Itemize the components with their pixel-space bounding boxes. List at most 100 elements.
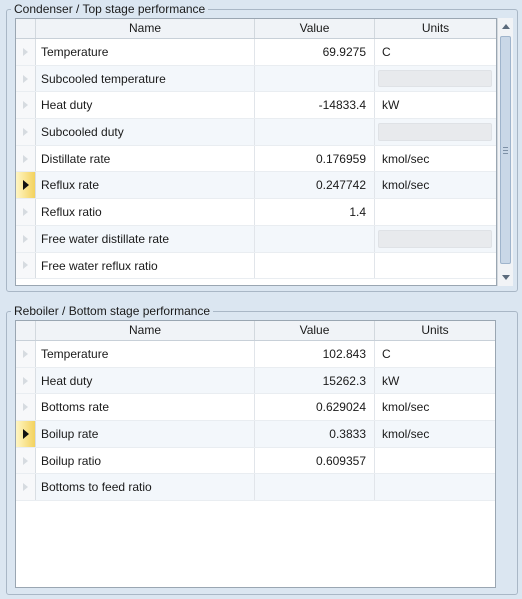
cell-value[interactable]: 1.4 [255,199,375,225]
column-header-units[interactable]: Units [375,19,496,38]
condenser-group-title: Condenser / Top stage performance [11,1,209,17]
row-selector[interactable] [16,367,36,394]
column-header-name[interactable]: Name [36,321,255,340]
table-row[interactable]: Free water reflux ratio [16,252,496,280]
table-row[interactable]: Distillate rate 0.176959 kmol/sec [16,145,496,173]
row-selector[interactable] [16,394,36,421]
grip-icon [503,150,508,151]
row-arrow-icon [23,261,28,270]
cell-units[interactable]: C [375,341,495,367]
cell-units[interactable] [375,253,496,279]
table-row[interactable]: Reflux ratio 1.4 [16,199,496,226]
reboiler-group-title: Reboiler / Bottom stage performance [11,303,214,319]
table-row-current[interactable]: Boilup rate 0.3833 kmol/sec [16,421,495,448]
cell-value[interactable]: 69.9275 [255,39,375,65]
cell-name: Bottoms to feed ratio [36,474,255,501]
cell-units[interactable]: kmol/sec [375,172,496,198]
column-header-value[interactable]: Value [255,321,375,340]
cell-value[interactable]: 0.247742 [255,172,375,199]
grip-icon [503,147,508,148]
cell-value[interactable] [255,65,375,92]
table-row[interactable]: Free water distillate rate [16,225,496,253]
row-selector[interactable] [16,39,36,65]
cell-units[interactable]: kW [375,92,496,118]
row-selector[interactable] [16,145,36,172]
cell-value[interactable] [255,252,375,279]
cell-name: Heat duty [36,92,255,119]
cell-value[interactable]: 0.609357 [255,447,375,474]
cell-value[interactable] [255,474,375,501]
cell-name: Bottoms rate [36,394,255,421]
cell-units[interactable]: kmol/sec [375,394,495,420]
table-row[interactable]: Subcooled temperature [16,65,496,93]
cell-value[interactable]: -14833.4 [255,92,375,119]
row-selector[interactable] [16,447,36,474]
units-dropdown-disabled [378,229,492,248]
table-row[interactable]: Heat duty -14833.4 kW [16,92,496,120]
table-row[interactable]: Heat duty 15262.3 kW [16,367,495,395]
reboiler-grid[interactable]: Name Value Units Temperature 102.843 C H… [15,320,496,588]
row-selector[interactable] [16,65,36,92]
condenser-grid-header: Name Value Units [16,19,496,39]
row-arrow-icon [23,101,28,110]
chevron-up-icon [501,24,510,29]
row-arrow-icon [23,403,28,412]
table-row[interactable]: Boilup ratio 0.609357 [16,447,495,475]
row-arrow-icon [23,74,28,83]
cell-units[interactable] [375,119,496,145]
cell-value[interactable]: 0.3833 [255,421,375,447]
scroll-up-button[interactable] [498,18,513,35]
cell-name: Subcooled temperature [36,65,255,92]
cell-units[interactable] [375,199,496,225]
cell-units[interactable] [375,448,495,474]
table-row[interactable]: Temperature 102.843 C [16,341,495,368]
cell-units[interactable]: kmol/sec [375,421,495,447]
row-selector[interactable] [16,119,36,145]
condenser-vertical-scrollbar[interactable] [497,18,513,286]
cell-units[interactable] [375,226,496,252]
row-arrow-icon [23,376,28,385]
table-row[interactable]: Bottoms rate 0.629024 kmol/sec [16,394,495,422]
row-selector-header [16,19,36,38]
scroll-thumb[interactable] [500,36,511,264]
cell-name: Boilup rate [36,421,255,447]
reboiler-group: Reboiler / Bottom stage performance Name… [6,303,518,595]
table-row-current[interactable]: Reflux rate 0.247742 kmol/sec [16,172,496,200]
cell-value[interactable] [255,225,375,252]
row-selector[interactable] [16,92,36,119]
cell-units[interactable]: C [375,39,496,65]
cell-units[interactable]: kmol/sec [375,146,496,172]
reboiler-grid-header: Name Value Units [16,321,495,341]
column-header-units[interactable]: Units [375,321,495,340]
row-arrow-icon [23,207,28,216]
cell-units[interactable] [375,66,496,92]
cell-name: Subcooled duty [36,119,255,145]
scroll-down-button[interactable] [498,269,513,286]
row-selector[interactable] [16,341,36,367]
cell-value[interactable]: 0.176959 [255,145,375,172]
row-selector[interactable] [16,252,36,279]
cell-value[interactable] [255,119,375,145]
column-header-value[interactable]: Value [255,19,375,38]
grip-icon [503,153,508,154]
table-row[interactable]: Temperature 69.9275 C [16,39,496,66]
row-selector-current[interactable] [16,421,36,447]
cell-value[interactable]: 0.629024 [255,394,375,421]
row-arrow-icon [23,349,28,358]
cell-value[interactable]: 102.843 [255,341,375,367]
table-row[interactable]: Subcooled duty [16,119,496,146]
row-selector[interactable] [16,225,36,252]
cell-units[interactable] [375,474,495,500]
condenser-group: Condenser / Top stage performance Name V… [6,1,518,292]
table-row[interactable]: Bottoms to feed ratio [16,474,495,502]
row-selector[interactable] [16,474,36,501]
cell-value[interactable]: 15262.3 [255,367,375,394]
row-arrow-icon [23,456,28,465]
units-dropdown-disabled [378,69,492,88]
row-selector[interactable] [16,199,36,225]
row-selector-current[interactable] [16,172,36,199]
cell-name: Free water distillate rate [36,225,255,252]
cell-units[interactable]: kW [375,368,495,394]
condenser-grid[interactable]: Name Value Units Temperature 69.9275 C S… [15,18,497,286]
column-header-name[interactable]: Name [36,19,255,38]
